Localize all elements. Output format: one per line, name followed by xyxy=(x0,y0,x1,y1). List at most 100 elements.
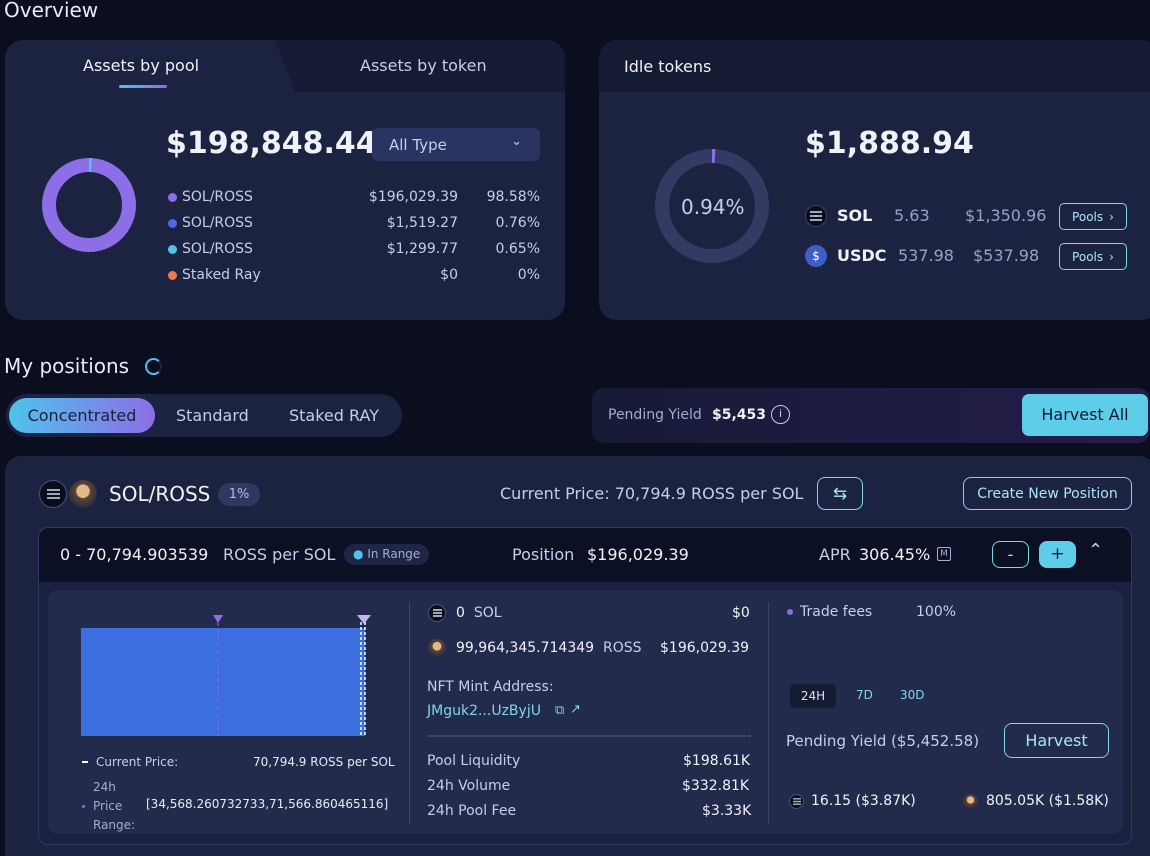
price-range-value: [34,568.260732733,71,566.860465116] xyxy=(146,797,389,811)
pending-yield-value: $5,453 xyxy=(712,407,767,423)
apr-calc-icon[interactable]: M xyxy=(937,547,951,561)
tab-staked-ray[interactable]: Staked RAY xyxy=(289,406,379,425)
pending-yield-value: ($5,452.58) xyxy=(891,732,980,750)
assets-total: $198,848.44 xyxy=(166,126,377,161)
stat-value: $198.61K xyxy=(683,753,751,769)
fee-badge: 1% xyxy=(218,483,260,506)
pool-row-name: SOL/ROSS xyxy=(182,215,253,231)
divider xyxy=(409,602,410,824)
ross-token-icon xyxy=(69,480,97,508)
swap-direction-icon[interactable]: ⇆ xyxy=(817,477,863,510)
token-symbol: ROSS xyxy=(602,640,642,656)
idle-token-value: $537.98 xyxy=(973,246,1040,265)
pool-row-value: $196,029.39 xyxy=(368,189,458,205)
solana-icon xyxy=(789,794,804,809)
idle-total: $1,888.94 xyxy=(805,126,974,161)
idle-tokens-title: Idle tokens xyxy=(624,57,712,76)
pools-button-label: Pools xyxy=(1072,209,1104,224)
trade-fees-value: 100% xyxy=(916,604,957,620)
legend-line-icon xyxy=(82,761,88,763)
chevron-down-icon: ⌄ xyxy=(511,134,522,149)
stat-value: $3.33K xyxy=(702,803,752,819)
pending-yield-label: Pending Yield xyxy=(608,407,702,423)
ross-token-icon xyxy=(428,639,446,657)
current-price-label: Current Price: xyxy=(96,755,179,769)
current-price-unit: ROSS per SOL xyxy=(310,755,395,769)
stat-label: 24h Volume xyxy=(427,778,511,794)
pool-name: SOL/ROSS xyxy=(109,482,211,506)
chevron-right-icon: › xyxy=(1109,209,1114,224)
token-symbol: SOL xyxy=(473,605,502,621)
pool-row-name: Staked Ray xyxy=(182,267,261,283)
pools-button-label: Pools xyxy=(1072,249,1104,264)
usdc-icon: $ xyxy=(805,245,827,267)
period-7d[interactable]: 7D xyxy=(856,688,873,702)
pool-row-value: $1,519.27 xyxy=(386,215,458,231)
pending-yield-label: Pending Yield xyxy=(786,732,887,750)
position-label: Position xyxy=(512,545,575,564)
assets-donut-chart xyxy=(42,158,136,252)
nft-mint-label: NFT Mint Address: xyxy=(427,679,554,695)
range-label-line3: Range: xyxy=(93,818,136,832)
reward-value: 805.05K ($1.58K) xyxy=(986,793,1109,809)
type-select[interactable]: All Type ⌄ xyxy=(372,128,540,161)
current-price: Current Price: 70,794.9 ROSS per SOL xyxy=(500,484,804,503)
ross-token-icon xyxy=(963,794,978,809)
in-range-badge: ● In Range xyxy=(344,544,430,565)
range-unit: ROSS per SOL xyxy=(223,545,336,564)
range-label-line1: 24h xyxy=(93,780,116,794)
reward-value: 16.15 ($3.87K) xyxy=(811,793,916,809)
tab-standard[interactable]: Standard xyxy=(176,406,249,425)
position-value: $196,029.39 xyxy=(587,545,689,564)
stat-value: $332.81K xyxy=(682,778,750,794)
range-label-line2: Price xyxy=(93,799,123,813)
pool-row-percent: 98.58% xyxy=(486,189,540,205)
chevron-up-icon[interactable]: ⌃ xyxy=(1088,540,1103,561)
idle-token-amount: 5.63 xyxy=(894,206,930,225)
create-position-button[interactable]: Create New Position xyxy=(963,477,1132,510)
idle-percent: 0.94% xyxy=(681,195,745,219)
stat-label: 24h Pool Fee xyxy=(427,803,517,819)
current-price-value: 70,794.9 xyxy=(253,755,307,769)
current-price-marker-icon xyxy=(213,615,223,623)
apr-value: 306.45% xyxy=(859,545,931,564)
price-range-chart xyxy=(81,615,371,736)
decrease-liquidity-button[interactable]: - xyxy=(992,541,1029,568)
range-marker-icon xyxy=(357,615,371,624)
copy-icon[interactable]: ⧉ xyxy=(555,703,564,718)
idle-token-symbol: SOL xyxy=(837,206,873,225)
pool-color-dot-icon xyxy=(168,219,177,228)
solana-icon xyxy=(805,205,827,227)
idle-token-amount: 537.98 xyxy=(898,246,954,265)
period-24h[interactable]: 24H xyxy=(790,684,836,708)
tab-assets-by-token[interactable]: Assets by token xyxy=(360,56,487,75)
info-icon[interactable]: i xyxy=(771,405,790,424)
position-panel: 0 - 70,794.903539 ROSS per SOL ● In Rang… xyxy=(38,527,1132,845)
pool-row-name: SOL/ROSS xyxy=(182,241,253,257)
divider xyxy=(768,602,769,824)
harvest-all-button[interactable]: Harvest All xyxy=(1022,394,1148,436)
pool-color-dot-icon xyxy=(168,271,177,280)
harvest-button[interactable]: Harvest xyxy=(1004,723,1109,758)
in-range-label: In Range xyxy=(367,547,421,561)
assets-card: Assets by pool Assets by token $198,848.… xyxy=(5,40,565,320)
pool-row-percent: 0.65% xyxy=(495,241,540,257)
period-30d[interactable]: 30D xyxy=(900,688,925,702)
pool-color-dot-icon xyxy=(168,245,177,254)
pools-button-sol[interactable]: Pools › xyxy=(1059,203,1127,230)
apr-label: APR xyxy=(819,545,851,564)
increase-liquidity-button[interactable]: + xyxy=(1039,541,1076,568)
pool-row-percent: 0.76% xyxy=(495,215,540,231)
pool-row-percent: 0% xyxy=(517,267,540,283)
tab-assets-by-pool[interactable]: Assets by pool xyxy=(83,56,199,75)
overview-title: Overview xyxy=(4,0,99,22)
external-link-icon[interactable]: ↗ xyxy=(570,702,581,717)
token-value: $0 xyxy=(732,605,750,621)
liquidity-range-bar xyxy=(81,628,365,736)
nft-mint-address[interactable]: JMguk2...UzByjU xyxy=(427,703,541,719)
loading-spinner-icon xyxy=(145,358,162,375)
pools-button-usdc[interactable]: Pools › xyxy=(1059,243,1127,270)
tab-concentrated[interactable]: Concentrated xyxy=(9,398,155,433)
pool-card: SOL/ROSS 1% Current Price: 70,794.9 ROSS… xyxy=(5,456,1150,856)
trade-fees-label: Trade fees xyxy=(800,604,873,620)
